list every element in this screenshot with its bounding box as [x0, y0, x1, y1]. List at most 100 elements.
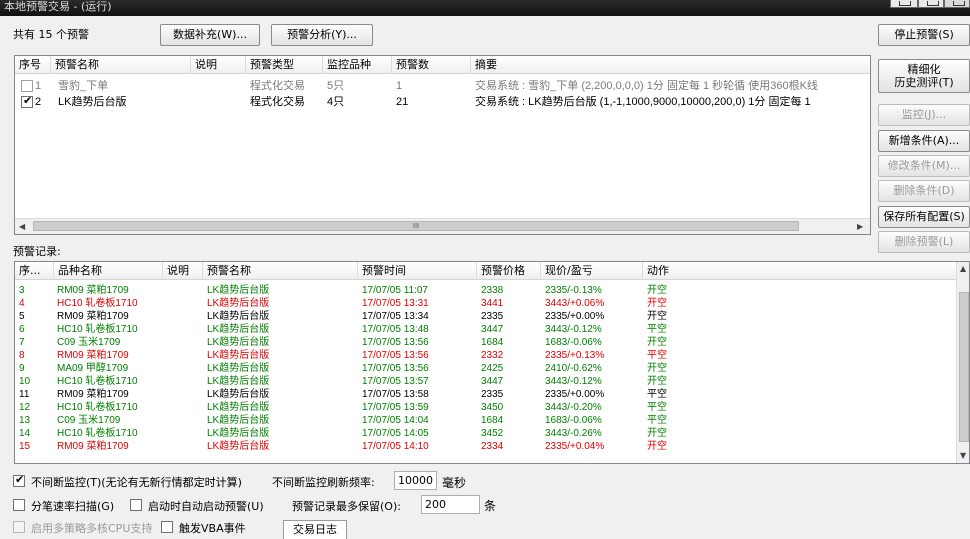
historical-evaluation-line2: 历史测评(T) [894, 76, 954, 89]
col-monitor-symbols[interactable]: 监控品种 [323, 56, 392, 74]
col-description[interactable]: 说明 [191, 56, 246, 74]
record-row[interactable]: 13 C09 玉米1709 LK趋势后台版 17/07/05 14:04 1684 168… [15, 414, 955, 427]
record-cell-sym: RM09 菜粕1709 [57, 389, 129, 400]
col-alert-type[interactable]: 预警类型 [246, 56, 323, 74]
record-cell-price: 2338 [481, 285, 504, 296]
rec-col-index[interactable]: 序... [15, 262, 54, 280]
record-row[interactable]: 12 HC10 轧卷板1710 LK趋势后台版 17/07/05 13:59 3450 3… [15, 401, 955, 414]
trade-log-tab[interactable]: 交易日志 [283, 520, 347, 539]
scroll-left-icon[interactable]: ◀ [19, 222, 25, 231]
record-row[interactable]: 6 HC10 轧卷板1710 LK趋势后台版 17/07/05 13:48 3447 34… [15, 323, 955, 336]
record-row[interactable]: 8 RM09 菜粕1709 LK趋势后台版 17/07/05 13:56 2332 233… [15, 349, 955, 362]
record-cell-now: 2335/+0.00% [545, 389, 605, 400]
multicore-checkbox[interactable] [13, 521, 25, 533]
record-cell-alert: LK趋势后台版 [207, 298, 270, 309]
vba-event-checkbox[interactable] [161, 521, 173, 533]
rec-col-time[interactable]: 预警时间 [358, 262, 477, 280]
record-cell-time: 17/07/05 13:48 [362, 324, 429, 335]
record-cell-sym: RM09 菜粕1709 [57, 441, 129, 452]
alert-cell-name: LK趋势后台版 [58, 96, 127, 108]
rec-col-symbol[interactable]: 品种名称 [54, 262, 163, 280]
record-cell-time: 17/07/05 13:58 [362, 389, 429, 400]
scroll-up-icon[interactable]: ▲ [960, 264, 966, 273]
continuous-monitor-checkbox[interactable] [13, 473, 25, 487]
record-row[interactable]: 4 HC10 轧卷板1710 LK趋势后台版 17/07/05 13:31 3441 34… [15, 297, 955, 310]
alert-cell-count: 21 [396, 96, 409, 108]
record-cell-n: 3 [19, 285, 25, 296]
record-cell-sym: RM09 菜粕1709 [57, 285, 129, 296]
delete-condition-button[interactable]: 删除条件(D) [878, 180, 970, 202]
record-cell-price: 2335 [481, 389, 504, 400]
alert-cell-count: 1 [396, 80, 403, 92]
alert-list[interactable]: 序号 预警名称 说明 预警类型 监控品种 预警数 摘要 1 雪豹_下单 程式化交易 5… [14, 55, 871, 235]
record-cell-action: 平空 [647, 389, 667, 400]
data-supplement-button[interactable]: 数据补充(W)... [160, 24, 260, 46]
close-button[interactable] [944, 0, 970, 8]
stop-alert-button[interactable]: 停止预警(S) [878, 24, 970, 46]
record-cell-action: 开空 [647, 298, 667, 309]
add-condition-button[interactable]: 新增条件(A)... [878, 130, 970, 152]
record-cell-now: 2335/+0.00% [545, 311, 605, 322]
record-row[interactable]: 7 C09 玉米1709 LK趋势后台版 17/07/05 13:56 1684 1683… [15, 336, 955, 349]
record-row[interactable]: 5 RM09 菜粕1709 LK趋势后台版 17/07/05 13:34 2335 233… [15, 310, 955, 323]
refresh-rate-label: 不间断监控刷新频率: [272, 476, 375, 489]
rec-col-action[interactable]: 动作 [643, 262, 957, 280]
alert-records-list[interactable]: 序... 品种名称 说明 预警名称 预警时间 预警价格 现价/盈亏 动作 3 RM… [14, 261, 970, 464]
record-cell-n: 8 [19, 350, 25, 361]
record-row[interactable]: 10 HC10 轧卷板1710 LK趋势后台版 17/07/05 13:57 3447 3… [15, 375, 955, 388]
record-cell-desc [166, 349, 202, 362]
tick-scan-checkbox[interactable] [13, 499, 25, 511]
record-cell-action: 平空 [647, 415, 667, 426]
maximize-button[interactable] [918, 0, 944, 8]
scroll-right-icon[interactable]: ▶ [857, 222, 863, 231]
alert-cell-desc [193, 96, 246, 109]
record-cell-now: 1683/-0.06% [545, 415, 602, 426]
alert-row[interactable]: 1 雪豹_下单 程式化交易 5只 1 交易系统 : 雪豹_下单 (2,200,0,0,0)… [15, 80, 870, 93]
autostart-checkbox[interactable] [130, 499, 142, 511]
scroll-down-icon[interactable]: ▼ [960, 451, 966, 460]
record-cell-now: 3443/-0.12% [545, 376, 602, 387]
records-vscroll-thumb[interactable] [959, 292, 969, 442]
col-index[interactable]: 序号 [15, 56, 51, 74]
col-alert-name[interactable]: 预警名称 [51, 56, 191, 74]
edit-condition-button[interactable]: 修改条件(M)... [878, 155, 970, 177]
record-cell-n: 12 [19, 402, 31, 413]
keep-records-input[interactable]: 200 [421, 495, 480, 514]
alert-row-checkbox[interactable] [21, 94, 33, 108]
refresh-rate-input[interactable]: 10000 [394, 471, 437, 490]
delete-alert-button[interactable]: 删除预警(L) [878, 231, 970, 253]
records-vscrollbar[interactable]: ▲ ▼ [956, 262, 969, 463]
record-cell-sym: HC10 轧卷板1710 [57, 402, 138, 413]
historical-evaluation-button[interactable]: 精细化 历史测评(T) [878, 59, 970, 93]
col-alert-count[interactable]: 预警数 [392, 56, 471, 74]
monitor-button[interactable]: 监控(J)... [878, 104, 970, 126]
record-cell-n: 5 [19, 311, 25, 322]
alert-row[interactable]: 2 LK趋势后台版 程式化交易 4只 21 交易系统 : LK趋势后台版 (1,-1,10… [15, 94, 870, 109]
rec-col-price[interactable]: 预警价格 [477, 262, 541, 280]
record-row[interactable]: 11 RM09 菜粕1709 LK趋势后台版 17/07/05 13:58 2335 23… [15, 388, 955, 401]
record-cell-action: 开空 [647, 285, 667, 296]
minimize-button[interactable] [890, 0, 918, 8]
record-cell-time: 17/07/05 13:56 [362, 350, 429, 361]
record-cell-desc [166, 284, 202, 297]
record-row[interactable]: 15 RM09 菜粕1709 LK趋势后台版 17/07/05 14:10 2334 23… [15, 440, 955, 453]
record-cell-action: 开空 [647, 376, 667, 387]
rec-col-alert-name[interactable]: 预警名称 [203, 262, 358, 280]
alert-row-checkbox[interactable] [21, 80, 33, 92]
col-summary[interactable]: 摘要 [471, 56, 870, 74]
rec-col-description[interactable]: 说明 [163, 262, 203, 280]
save-all-config-button[interactable]: 保存所有配置(S) [878, 206, 970, 228]
record-row[interactable]: 3 RM09 菜粕1709 LK趋势后台版 17/07/05 11:07 2338 233… [15, 284, 955, 297]
record-row[interactable]: 9 MA09 甲醇1709 LK趋势后台版 17/07/05 13:56 2425 241… [15, 362, 955, 375]
record-cell-now: 3443/-0.12% [545, 324, 602, 335]
record-cell-sym: MA09 甲醇1709 [57, 363, 129, 374]
record-cell-now: 2335/+0.13% [545, 350, 605, 361]
alert-list-hscroll-thumb[interactable]: III [33, 221, 799, 231]
alert-cell-type: 程式化交易 [250, 96, 305, 108]
record-row[interactable]: 14 HC10 轧卷板1710 LK趋势后台版 17/07/05 14:05 3452 3… [15, 427, 955, 440]
rec-col-now-pnl[interactable]: 现价/盈亏 [541, 262, 643, 280]
alert-list-hscrollbar[interactable]: ◀ III ▶ [15, 218, 870, 234]
alert-analysis-button[interactable]: 预警分析(Y)... [271, 24, 373, 46]
alert-cell-summary: 交易系统 : LK趋势后台版 (1,-1,1000,9000,10000,200… [475, 96, 811, 108]
scroll-grip: III [412, 222, 420, 230]
